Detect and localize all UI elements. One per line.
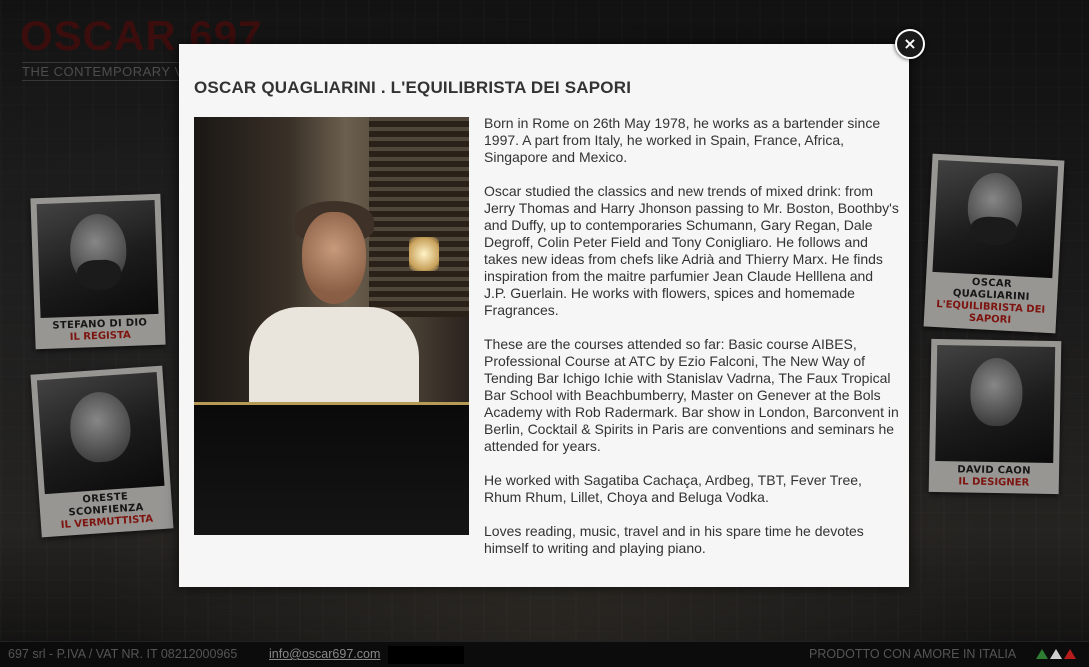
bio-paragraph: Loves reading, music, travel and in his … [484,523,864,556]
bio-paragraph: Oscar studied the classics and new trend… [484,183,899,318]
flag-triangle-white-icon [1050,649,1062,659]
footer-slogan: PRODOTTO CON AMORE IN ITALIA [809,647,1017,661]
bio-modal: OSCAR QUAGLIARINI . L'EQUILIBRISTA DEI S… [179,44,909,587]
footer-email-link[interactable]: info@oscar697.com [269,647,380,661]
footer-black-box [388,646,464,664]
bio-photo [194,117,469,535]
flag-triangle-green-icon [1036,649,1048,659]
flag-triangle-red-icon [1064,649,1076,659]
modal-title: OSCAR QUAGLIARINI . L'EQUILIBRISTA DEI S… [194,78,632,97]
footer: 697 srl - P.IVA / VAT NR. IT 08212000965… [0,641,1089,667]
footer-company: 697 srl - P.IVA / VAT NR. IT 08212000965 [8,647,238,661]
bio-paragraph: These are the courses attended so far: B… [484,336,899,454]
bio-paragraph: He worked with Sagatiba Cachaça, Ardbeg,… [484,472,862,505]
close-icon[interactable]: × [895,29,925,59]
bio-text: Born in Rome on 26th May 1978, he works … [484,115,899,574]
bio-paragraph: Born in Rome on 26th May 1978, he works … [484,115,881,165]
